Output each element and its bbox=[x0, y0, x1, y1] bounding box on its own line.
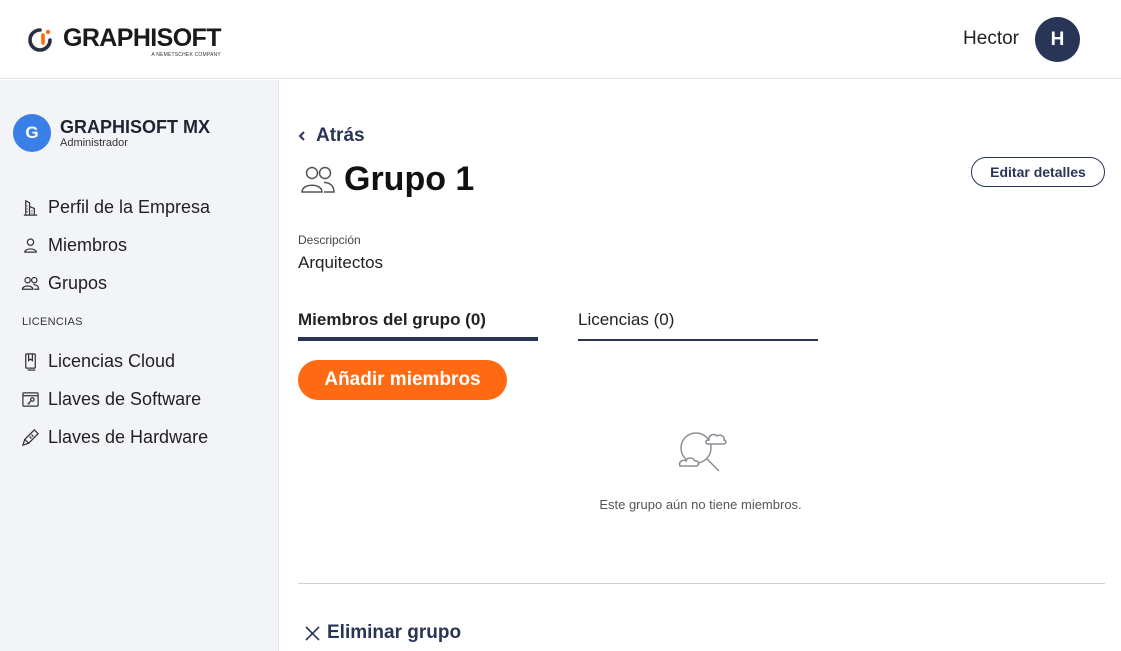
back-label: Atrás bbox=[316, 125, 365, 146]
group-icon bbox=[21, 276, 40, 290]
org-avatar: G bbox=[13, 114, 51, 152]
tab-licenses[interactable]: Licencias (0) bbox=[578, 310, 818, 341]
sidebar-item-hardware-keys[interactable]: Llaves de Hardware bbox=[21, 425, 208, 449]
cloud-license-icon bbox=[25, 352, 36, 371]
sidebar: G GRAPHISOFT MX Administrador Perfil de … bbox=[0, 80, 279, 651]
empty-state-text: Este grupo aún no tiene miembros. bbox=[599, 497, 802, 512]
graphisoft-logo-icon bbox=[28, 28, 52, 52]
sidebar-item-label: Licencias Cloud bbox=[48, 350, 176, 371]
software-key-icon bbox=[22, 391, 39, 407]
sidebar-item-groups[interactable]: Grupos bbox=[21, 271, 107, 295]
description-value: Arquitectos bbox=[298, 253, 384, 272]
org-switcher[interactable]: G GRAPHISOFT MX Administrador bbox=[13, 114, 210, 152]
delete-group-button[interactable]: Eliminar grupo bbox=[304, 622, 461, 644]
logo-wordmark: GRAPHISOFT bbox=[63, 24, 222, 52]
close-icon bbox=[305, 625, 320, 641]
empty-search-cloud-icon bbox=[678, 432, 727, 472]
sidebar-item-label: Miembros bbox=[48, 234, 128, 255]
page-title-row: Grupo 1 bbox=[300, 160, 474, 199]
sidebar-item-label: Perfil de la Empresa bbox=[48, 196, 211, 217]
chevron-left-icon bbox=[298, 131, 305, 141]
description-label: Descripción bbox=[298, 233, 361, 247]
add-members-button[interactable]: Añadir miembros bbox=[298, 360, 507, 400]
graphisoft-logo[interactable]: GRAPHISOFT A NEMETSCHEK COMPANY bbox=[27, 24, 222, 58]
empty-state-message: Este grupo aún no tiene miembros. bbox=[298, 497, 1105, 512]
back-link[interactable]: Atrás bbox=[298, 125, 365, 147]
sidebar-item-label: Llaves de Hardware bbox=[48, 426, 209, 447]
sidebar-item-label: Llaves de Software bbox=[48, 388, 202, 409]
group-icon bbox=[301, 166, 335, 193]
section-divider bbox=[298, 583, 1105, 584]
person-icon bbox=[24, 237, 37, 253]
sidebar-item-label: Grupos bbox=[48, 272, 108, 293]
top-header: GRAPHISOFT A NEMETSCHEK COMPANY Hector H bbox=[0, 0, 1121, 79]
tab-group-members[interactable]: Miembros del grupo (0) bbox=[298, 310, 538, 341]
org-name: GRAPHISOFT MX bbox=[60, 116, 211, 137]
licenses-section-label: LICENCIAS bbox=[22, 316, 83, 328]
user-name[interactable]: Hector bbox=[963, 28, 1019, 50]
hardware-key-icon bbox=[21, 428, 39, 446]
org-role: Administrador bbox=[60, 136, 128, 149]
edit-details-button[interactable]: Editar detalles bbox=[971, 157, 1105, 187]
user-avatar[interactable]: H bbox=[1035, 17, 1080, 62]
sidebar-item-company-profile[interactable]: Perfil de la Empresa bbox=[21, 195, 210, 219]
delete-group-label: Eliminar grupo bbox=[327, 622, 462, 643]
building-icon bbox=[23, 199, 38, 216]
sidebar-item-cloud-licenses[interactable]: Licencias Cloud bbox=[21, 349, 175, 373]
logo-tagline: A NEMETSCHEK COMPANY bbox=[151, 52, 221, 58]
sidebar-item-software-keys[interactable]: Llaves de Software bbox=[21, 387, 201, 411]
page-title: Grupo 1 bbox=[344, 160, 475, 198]
main-content: Atrás Grupo 1 Editar detalles Descripció… bbox=[298, 80, 1105, 651]
sidebar-item-members[interactable]: Miembros bbox=[21, 233, 127, 257]
